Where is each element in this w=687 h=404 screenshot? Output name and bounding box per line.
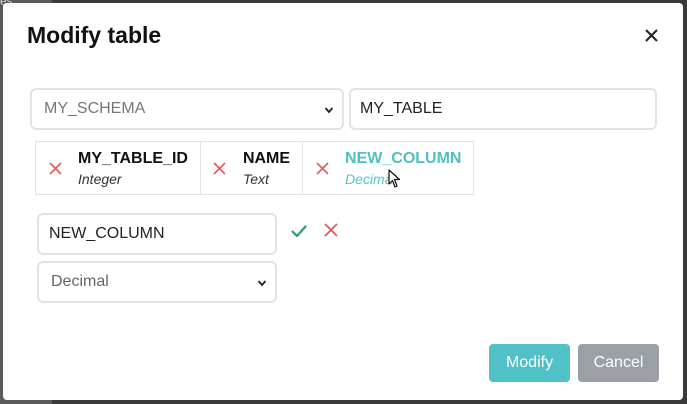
chevron-down-icon bbox=[324, 107, 334, 114]
remove-column-button[interactable] bbox=[313, 159, 331, 177]
dialog-header: Modify table bbox=[3, 3, 683, 73]
mouse-cursor-icon bbox=[388, 169, 401, 188]
chevron-down-icon bbox=[257, 280, 267, 287]
column-chip-my-table-id[interactable]: MY_TABLE_ID Integer bbox=[35, 141, 201, 195]
column-type: Integer bbox=[78, 170, 122, 187]
confirm-column-button[interactable] bbox=[290, 222, 308, 240]
column-name-input[interactable]: NEW_COLUMN bbox=[37, 213, 277, 255]
column-chip-text: NAME Text bbox=[243, 150, 290, 187]
close-button[interactable] bbox=[641, 25, 661, 45]
delete-icon bbox=[48, 161, 62, 175]
column-type: Decimal bbox=[345, 170, 396, 187]
cancel-button[interactable]: Cancel bbox=[578, 344, 659, 382]
schema-select[interactable]: MY_SCHEMA bbox=[30, 88, 344, 130]
column-type-select-value: Decimal bbox=[51, 273, 109, 290]
close-icon bbox=[644, 28, 658, 42]
column-type: Text bbox=[242, 170, 269, 187]
schema-select-value: MY_SCHEMA bbox=[44, 100, 146, 117]
column-type-select[interactable]: Decimal bbox=[37, 261, 277, 303]
remove-column-button[interactable] bbox=[211, 159, 229, 177]
column-chip-text: MY_TABLE_ID Integer bbox=[78, 150, 188, 187]
column-chip-text: NEW_COLUMN Decimal bbox=[345, 150, 461, 187]
column-name: MY_TABLE_ID bbox=[78, 149, 188, 167]
column-list: MY_TABLE_ID Integer NAME Text NEW_COLUMN… bbox=[35, 141, 475, 195]
modify-button[interactable]: Modify bbox=[489, 344, 570, 382]
delete-icon bbox=[213, 161, 227, 175]
table-name-input[interactable]: MY_TABLE bbox=[349, 88, 657, 130]
dialog-title: Modify table bbox=[27, 22, 162, 48]
remove-column-button[interactable] bbox=[46, 159, 64, 177]
modify-table-dialog: Modify table MY_SCHEMA MY_TABLE MY_TABLE… bbox=[3, 3, 683, 400]
column-chip-name[interactable]: NAME Text bbox=[199, 141, 304, 195]
delete-icon bbox=[315, 161, 329, 175]
column-name: NAME bbox=[242, 149, 291, 167]
column-name: NEW_COLUMN bbox=[345, 149, 462, 167]
cancel-column-button[interactable] bbox=[323, 222, 339, 238]
